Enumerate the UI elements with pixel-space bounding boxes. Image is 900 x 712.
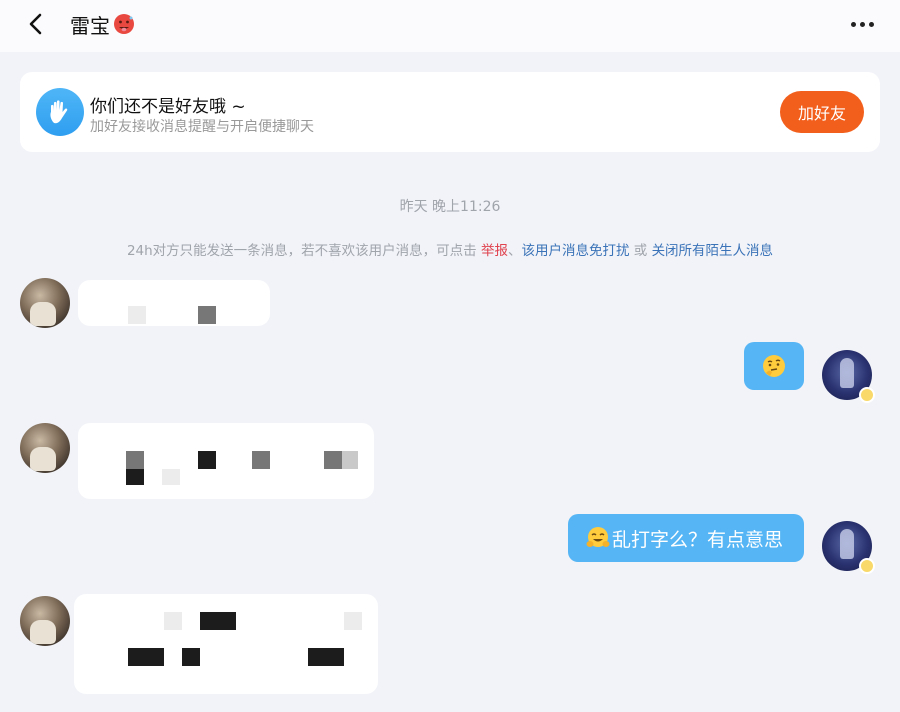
pixelated-block	[200, 612, 236, 630]
more-options-button[interactable]	[846, 12, 878, 36]
not-friends-title: 你们还不是好友哦 ~	[90, 97, 246, 117]
notice-separator: 、	[507, 243, 522, 259]
notice-or: 或	[633, 243, 648, 259]
not-friends-subtitle: 加好友接收消息提醒与开启便捷聊天	[90, 119, 314, 135]
incoming-message-bubble[interactable]	[78, 280, 270, 326]
pixelated-block	[252, 451, 270, 469]
incoming-message-bubble[interactable]	[74, 594, 378, 694]
stranger-notice: 24h对方只能发送一条消息，若不喜欢该用户消息，可点击 举报、该用户消息免打扰 …	[0, 239, 900, 259]
add-friend-button[interactable]: 加好友	[780, 91, 864, 133]
contact-avatar[interactable]	[20, 423, 70, 473]
chat-title: 雷宝	[70, 10, 136, 38]
waving-hand-icon	[36, 88, 84, 136]
dot-icon	[859, 21, 865, 27]
thinking-face-emoji-icon	[763, 355, 785, 377]
top-bar: 雷宝	[0, 0, 900, 52]
contact-name: 雷宝	[70, 13, 110, 38]
my-avatar[interactable]	[822, 350, 875, 403]
pixelated-block	[198, 451, 216, 469]
dot-icon	[868, 21, 874, 27]
hugging-face-emoji-icon	[586, 527, 610, 547]
contact-avatar[interactable]	[20, 278, 70, 328]
hot-face-emoji-icon	[112, 12, 136, 36]
status-badge	[859, 387, 875, 403]
outgoing-message-bubble[interactable]: 乱打字么？有点意思	[568, 514, 804, 562]
pixelated-block	[198, 306, 216, 324]
pixelated-block	[342, 451, 358, 469]
notice-text: 24h对方只能发送一条消息，若不喜欢该用户消息，可点击	[126, 243, 477, 259]
pixelated-block	[126, 451, 144, 469]
incoming-message-bubble[interactable]	[78, 423, 374, 499]
pixelated-block	[308, 648, 344, 666]
pixelated-block	[128, 648, 164, 666]
my-avatar[interactable]	[822, 521, 875, 574]
mute-user-link[interactable]: 该用户消息免打扰	[521, 243, 629, 259]
dot-icon	[850, 21, 856, 27]
back-button[interactable]	[20, 8, 52, 40]
pixelated-block	[324, 451, 342, 469]
message-timestamp: 昨天 晚上11:26	[399, 199, 501, 215]
pixelated-block	[164, 612, 182, 630]
pixelated-block	[128, 306, 146, 324]
close-stranger-messages-link[interactable]: 关闭所有陌生人消息	[652, 243, 774, 259]
message-text: 乱打字么？有点意思	[612, 528, 784, 551]
outgoing-message-bubble[interactable]	[744, 342, 804, 390]
pixelated-block	[182, 648, 200, 666]
pixelated-block	[126, 469, 144, 485]
contact-avatar[interactable]	[20, 596, 70, 646]
pixelated-block	[162, 469, 180, 485]
pixelated-block	[344, 612, 362, 630]
not-friends-card: 你们还不是好友哦 ~ 加好友接收消息提醒与开启便捷聊天 加好友	[20, 72, 880, 152]
status-badge	[859, 558, 875, 574]
report-link[interactable]: 举报	[481, 243, 508, 259]
chevron-left-icon	[29, 13, 42, 35]
